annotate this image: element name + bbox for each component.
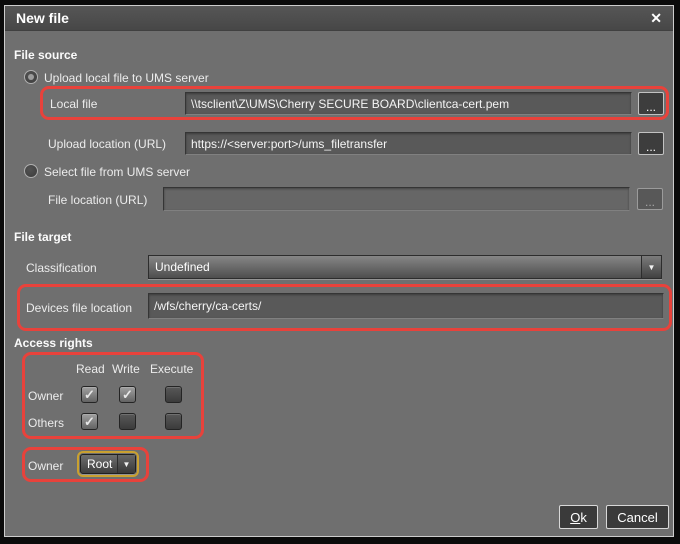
- owner-select-value: Root: [87, 457, 113, 471]
- local-file-label: Local file: [50, 97, 98, 111]
- file-location-label: File location (URL): [48, 193, 148, 207]
- classification-value: Undefined: [155, 260, 210, 274]
- others-execute-checkbox[interactable]: [165, 413, 182, 430]
- chevron-down-icon: ▼: [647, 262, 656, 272]
- file-location-browse-button: ...: [637, 188, 663, 210]
- col-header-read: Read: [76, 362, 105, 376]
- upload-local-radio[interactable]: [24, 70, 38, 84]
- owner-select[interactable]: Root ▼: [80, 454, 136, 474]
- others-write-checkbox[interactable]: [119, 413, 136, 430]
- cancel-button[interactable]: Cancel: [606, 505, 669, 529]
- upload-location-browse-button[interactable]: ...: [638, 132, 664, 155]
- upload-local-radio-label: Upload local file to UMS server: [44, 71, 209, 85]
- ok-button-label: Ok: [570, 509, 587, 525]
- local-file-browse-button[interactable]: ...: [638, 92, 664, 115]
- title-bar: New file ✕: [5, 6, 673, 31]
- devices-file-location-label: Devices file location: [26, 301, 133, 315]
- owner-select-focus-ring: Root ▼: [77, 451, 139, 477]
- owner-execute-checkbox[interactable]: [165, 386, 182, 403]
- chevron-down-icon: ▼: [122, 459, 131, 469]
- file-target-header: File target: [14, 230, 72, 244]
- classification-label: Classification: [26, 261, 97, 275]
- file-location-input[interactable]: [163, 187, 630, 211]
- owner-row-label: Owner: [28, 389, 64, 403]
- classification-arrowbox[interactable]: ▼: [641, 256, 661, 278]
- cancel-button-label: Cancel: [617, 509, 658, 525]
- local-file-input[interactable]: [185, 92, 632, 115]
- access-rights-header: Access rights: [14, 336, 93, 350]
- close-icon[interactable]: ✕: [650, 11, 662, 25]
- col-header-execute: Execute: [150, 362, 194, 376]
- classification-select[interactable]: Undefined ▼: [148, 255, 662, 279]
- devices-file-location-input[interactable]: [148, 293, 664, 319]
- new-file-dialog: New file ✕ File source Upload local file…: [0, 0, 680, 544]
- dialog-title: New file: [16, 10, 69, 26]
- ok-button[interactable]: Ok: [559, 505, 598, 529]
- upload-location-input[interactable]: [185, 132, 632, 155]
- owner-select-label: Owner: [28, 459, 64, 473]
- select-from-ums-radio-label: Select file from UMS server: [44, 165, 191, 179]
- others-row-label: Others: [28, 416, 65, 430]
- col-header-write: Write: [112, 362, 140, 376]
- file-source-header: File source: [14, 48, 78, 62]
- owner-read-checkbox[interactable]: ✓: [81, 386, 98, 403]
- upload-location-label: Upload location (URL): [48, 137, 167, 151]
- select-from-ums-radio[interactable]: [24, 164, 38, 178]
- owner-write-checkbox[interactable]: ✓: [119, 386, 136, 403]
- others-read-checkbox[interactable]: ✓: [81, 413, 98, 430]
- owner-select-arrowbox[interactable]: ▼: [117, 455, 135, 473]
